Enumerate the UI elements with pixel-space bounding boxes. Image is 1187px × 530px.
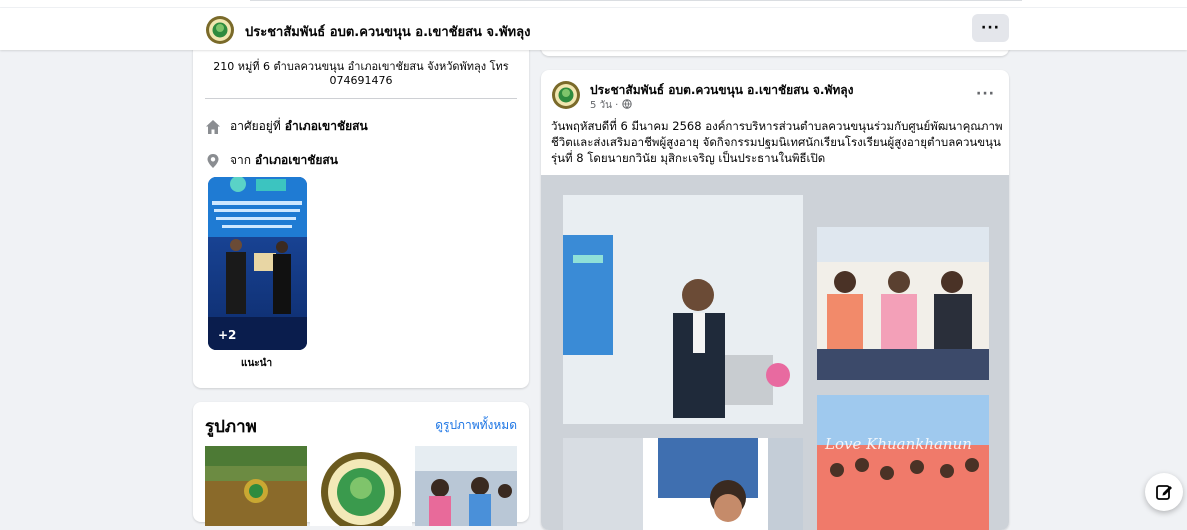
lives-in-label: อาศัยอยู่ที่ bbox=[230, 119, 281, 133]
post-media-grid: Love Khuankhanun bbox=[541, 175, 1009, 530]
page-header-bar: ประชาสัมพันธ์ อบต.ควนขนุน อ.เขาชัยสน จ.พ… bbox=[0, 8, 1187, 50]
featured-photo[interactable]: +2 bbox=[208, 177, 307, 350]
photos-heading: รูปภาพ bbox=[205, 417, 257, 437]
page-avatar[interactable] bbox=[206, 16, 234, 44]
from-row: จาก อำเภอเขาชัยสน bbox=[205, 151, 338, 170]
intro-card: 210 หมู่ที่ 6 ตำบลควนขนุน อำเภอเขาชัยสน … bbox=[193, 40, 529, 388]
featured-label: แนะนำ bbox=[241, 358, 273, 369]
photo-overlay-text: Love Khuankhanun bbox=[825, 435, 972, 453]
photo-thumbnail[interactable] bbox=[205, 446, 307, 526]
see-all-photos-link[interactable]: ดูรูปภาพทั้งหมด bbox=[435, 416, 517, 435]
post-author-avatar[interactable] bbox=[552, 81, 580, 109]
lives-in-link[interactable]: อำเภอเขาชัยสน bbox=[285, 117, 368, 136]
more-button[interactable]: ··· bbox=[972, 14, 1009, 42]
compose-icon bbox=[1156, 485, 1172, 500]
photo-thumbnail[interactable] bbox=[310, 446, 412, 526]
lives-in-row: อาศัยอยู่ที่ อำเภอเขาชัยสน bbox=[205, 117, 368, 136]
divider bbox=[205, 98, 517, 99]
photo-thumbnail[interactable] bbox=[415, 446, 517, 526]
photos-card: รูปภาพ ดูรูปภาพทั้งหมด bbox=[193, 402, 529, 526]
post-photo[interactable] bbox=[817, 227, 989, 380]
featured-count: +2 bbox=[218, 328, 237, 342]
featured-photo-image bbox=[208, 177, 307, 350]
post-time[interactable]: 5 วัน · bbox=[590, 100, 618, 111]
post-photo[interactable] bbox=[563, 438, 803, 530]
top-strip bbox=[0, 0, 1187, 7]
post-meta: 5 วัน · bbox=[590, 98, 632, 113]
post-card: ประชาสัมพันธ์ อบต.ควนขนุน อ.เขาชัยสน จ.พ… bbox=[541, 70, 1009, 530]
home-icon bbox=[206, 119, 220, 134]
compose-message-button[interactable] bbox=[1145, 473, 1183, 511]
post-more-button[interactable]: ··· bbox=[976, 86, 995, 102]
post-photo[interactable] bbox=[563, 195, 803, 424]
from-link[interactable]: อำเภอเขาชัยสน bbox=[255, 151, 338, 170]
globe-icon bbox=[621, 99, 632, 109]
post-photo[interactable]: Love Khuankhanun bbox=[817, 395, 989, 530]
from-label: จาก bbox=[230, 153, 252, 167]
page-title[interactable]: ประชาสัมพันธ์ อบต.ควนขนุน อ.เขาชัยสน จ.พ… bbox=[245, 21, 530, 42]
post-text: วันพฤหัสบดีที่ 6 มีนาคม 2568 องค์การบริห… bbox=[551, 119, 1003, 165]
address-text: 210 หมู่ที่ 6 ตำบลควนขนุน อำเภอเขาชัยสน … bbox=[213, 60, 509, 87]
location-pin-icon bbox=[207, 153, 219, 168]
